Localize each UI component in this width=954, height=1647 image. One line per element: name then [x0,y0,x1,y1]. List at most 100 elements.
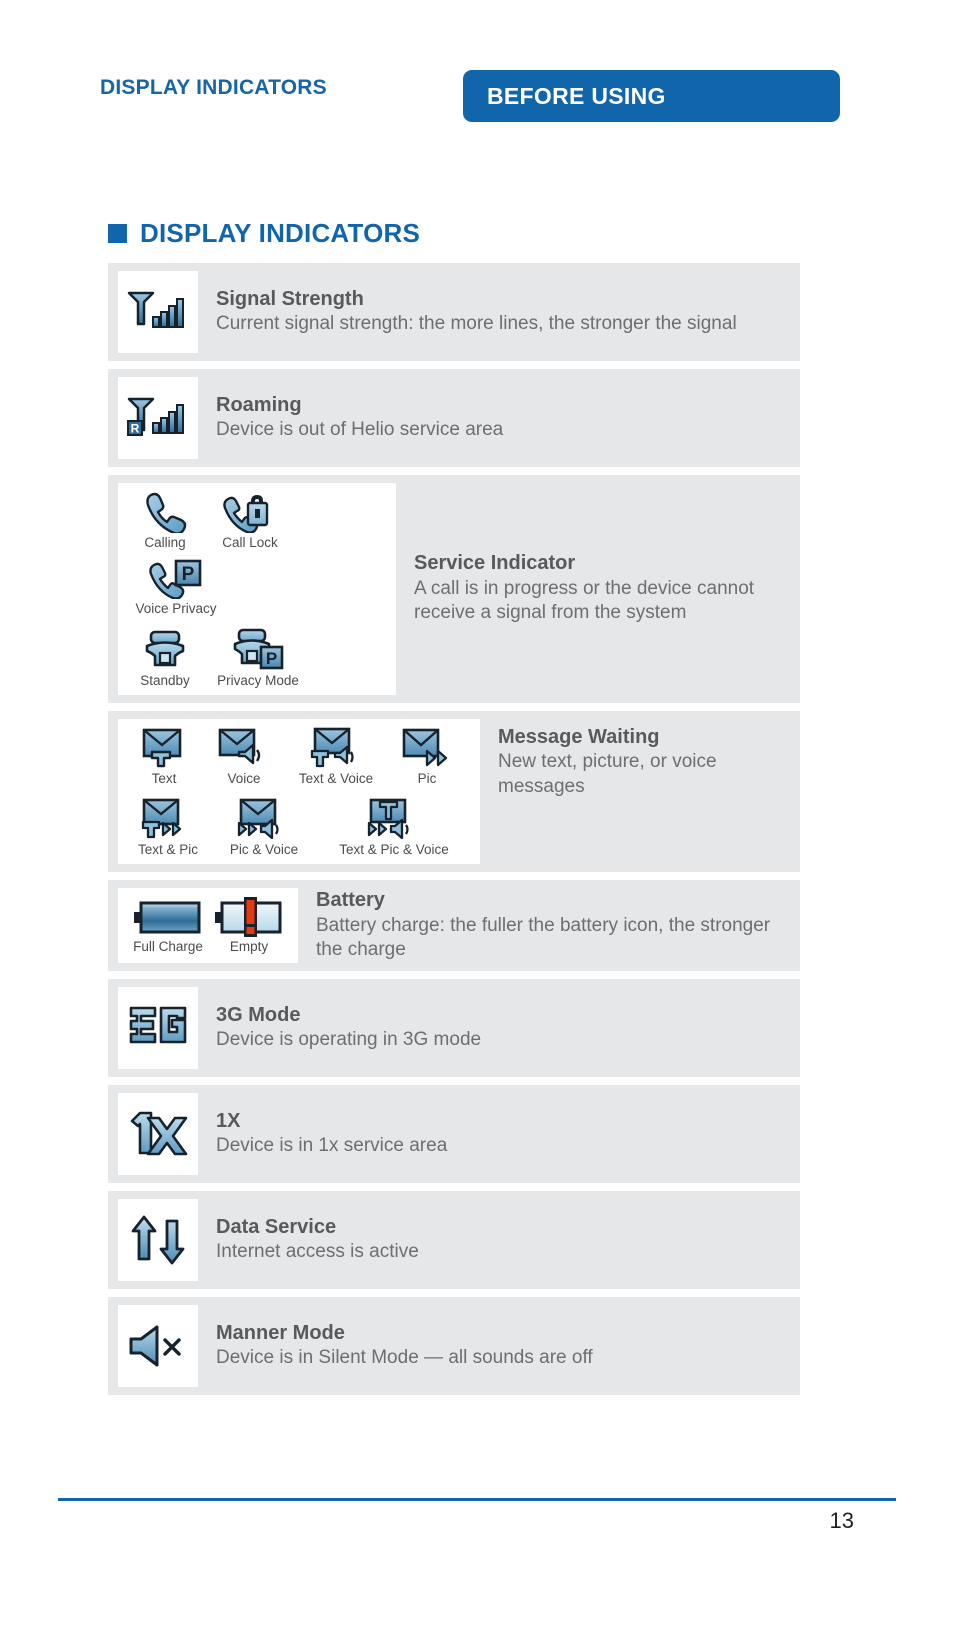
three-g-mode-icon [118,986,198,1069]
message-pic-voice-icon [235,796,293,840]
row-title: Service Indicator [414,552,576,575]
icon-item: Pic & Voice [212,794,316,860]
icon-item: P Voice Privacy [124,553,228,619]
battery-icon-grid: Full Charge Empty [124,895,292,957]
table-row: 1X Device is in 1x service area [108,1084,800,1183]
footer-divider [58,1498,896,1501]
square-bullet-icon [108,224,127,243]
row-text: Roaming Device is out of Helio service a… [198,377,800,459]
table-row: 3G Mode Device is operating in 3G mode [108,978,800,1077]
icon-label: Voice Privacy [135,600,217,616]
row-title: Signal Strength [216,287,364,310]
page-number: 13 [829,1508,854,1533]
row-description: Device is out of Helio service area [216,419,504,441]
svg-text:R: R [131,422,140,436]
message-text-pic-voice-icon [365,796,423,840]
icon-item: Text & Voice [284,723,388,789]
message-icon-grid-top: Text Voice Text & Voice Pic [124,723,474,789]
icon-label: Standby [140,672,190,688]
icon-item: Empty [212,895,286,957]
row-description: Battery charge: the fuller the battery i… [316,914,771,961]
icon-label: Calling [144,535,186,550]
row-text: Manner Mode Device is in Silent Mode — a… [198,1305,800,1387]
icon-label: Text & Pic & Voice [339,842,449,858]
icon-item: Text [124,723,204,789]
row-title: Message Waiting [498,725,660,748]
standby-icon [141,627,189,671]
row-title: Data Service [216,1215,337,1238]
page-header: DISPLAY INDICATORS BEFORE USING [0,70,954,130]
icon-label: Full Charge [133,938,203,954]
table-row: Full Charge Empty Battery Battery charge… [108,880,800,971]
service-indicator-icons: Calling Call Lock P Voice Privacy Standb… [118,483,396,695]
row-text: 3G Mode Device is operating in 3G mode [198,987,800,1069]
row-description: Device is in 1x service area [216,1135,448,1157]
row-text: Service Indicator A call is in progress … [396,483,800,695]
service-icon-grid-top: Calling Call Lock P Voice Privacy [124,487,390,619]
privacy-mode-icon: P [231,627,285,671]
icon-label: Text & Voice [298,770,374,786]
icon-item: Calling [124,487,206,553]
icon-item: P Privacy Mode [206,625,310,691]
table-row: Data Service Internet access is active [108,1190,800,1289]
table-row: Calling Call Lock P Voice Privacy Standb… [108,475,800,703]
row-title: 1X [216,1109,241,1132]
row-title: Manner Mode [216,1321,345,1344]
row-description: Device is in Silent Mode — all sounds ar… [216,1347,593,1369]
icon-label: Text [151,770,177,786]
row-description: New text, picture, or voice messages [498,750,717,797]
icon-label: Pic [417,770,437,786]
table-row: R Roaming Device is out of Helio service… [108,369,800,467]
row-text: Data Service Internet access is active [198,1199,800,1281]
row-description: Current signal strength: the more lines,… [216,313,737,335]
icon-item: Pic [388,723,466,789]
row-description: Internet access is active [216,1241,419,1263]
message-text-icon [139,725,189,769]
message-voice-icon [217,725,271,769]
message-text-pic-icon [140,796,196,840]
icon-label: Text & Pic [137,842,199,858]
table-row: Manner Mode Device is in Silent Mode — a… [108,1296,800,1395]
icon-item: Voice [204,723,284,789]
svg-text:P: P [266,649,277,668]
row-text: Signal Strength Current signal strength:… [198,271,800,353]
voice-privacy-icon: P [148,555,204,599]
row-description: Device is operating in 3G mode [216,1029,482,1051]
roaming-icon: R [118,377,198,459]
row-title: Battery [316,889,385,912]
call-lock-icon [222,489,278,533]
icon-item: Text & Pic [124,794,212,860]
icon-item: Text & Pic & Voice [316,794,472,860]
message-text-voice-icon [307,725,365,769]
table-row: Signal Strength Current signal strength:… [108,263,800,361]
svg-text:P: P [182,564,195,585]
icon-label: Call Lock [222,535,278,550]
section-tab-label: BEFORE USING [487,82,666,109]
one-x-icon [118,1092,198,1175]
icon-label: Voice [227,770,261,786]
service-icon-grid-bottom: Standby P Privacy Mode [124,625,390,691]
row-title: 3G Mode [216,1003,301,1026]
section-heading-label: DISPLAY INDICATORS [140,218,421,248]
section-tab: BEFORE USING [463,70,840,122]
calling-icon [142,489,188,533]
battery-icons: Full Charge Empty [118,888,298,963]
icon-item: Full Charge [124,895,212,957]
running-head: DISPLAY INDICATORS [100,76,327,99]
row-text: 1X Device is in 1x service area [198,1093,800,1175]
message-pic-icon [400,725,454,769]
row-description: A call is in progress or the device cann… [414,577,755,624]
row-title: Roaming [216,393,302,416]
icon-item: Call Lock [206,487,294,553]
message-waiting-icons: Text Voice Text & Voice Pic Text & Pic P… [118,718,480,865]
icon-label: Empty [229,938,269,954]
row-text: Message Waiting New text, picture, or vo… [480,719,800,865]
icon-label: Privacy Mode [217,672,299,688]
data-service-icon [118,1198,198,1281]
display-indicator-table: Signal Strength Current signal strength:… [108,263,800,1403]
signal-strength-icon [118,271,198,353]
section-heading: DISPLAY INDICATORS [108,218,420,249]
message-icon-grid-bottom: Text & Pic Pic & Voice Text & Pic & Voic… [124,794,474,860]
icon-item: Standby [124,625,206,691]
battery-full-icon [132,897,204,937]
